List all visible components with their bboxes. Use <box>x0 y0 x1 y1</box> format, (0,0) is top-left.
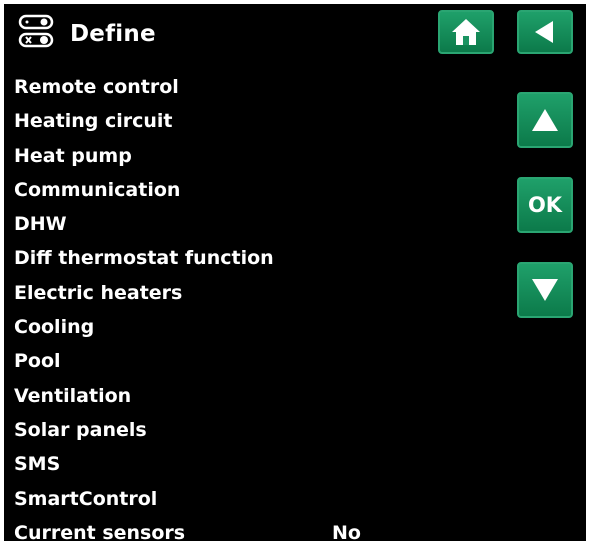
back-arrow-icon <box>535 21 553 43</box>
back-button[interactable] <box>517 10 573 54</box>
home-button[interactable] <box>438 10 494 54</box>
menu-item-communication[interactable]: Communication <box>14 173 504 207</box>
menu-item-label: Ventilation <box>14 384 132 407</box>
home-icon <box>452 19 480 45</box>
menu-item-diff-thermostat-function[interactable]: Diff thermostat function <box>14 241 504 275</box>
menu-item-dhw[interactable]: DHW <box>14 207 504 241</box>
ok-button-label: OK <box>527 193 563 217</box>
menu-item-sms[interactable]: SMS <box>14 447 504 481</box>
menu-item-heating-circuit[interactable]: Heating circuit <box>14 104 504 138</box>
menu-item-label: Electric heaters <box>14 281 183 304</box>
menu-item-current-sensors[interactable]: Current sensors No <box>14 516 504 541</box>
down-arrow-icon <box>532 279 558 301</box>
menu-item-label: Heating circuit <box>14 110 173 133</box>
menu-item-label: Cooling <box>14 316 95 339</box>
menu-item-label: Communication <box>14 178 181 201</box>
menu-item-label: Pool <box>14 350 61 373</box>
menu-item-electric-heaters[interactable]: Electric heaters <box>14 276 504 310</box>
settings-toggle-icon <box>16 12 60 56</box>
scroll-down-button[interactable] <box>517 262 573 318</box>
menu-item-cooling[interactable]: Cooling <box>14 310 504 344</box>
menu-item-ventilation[interactable]: Ventilation <box>14 379 504 413</box>
menu-item-label: Remote control <box>14 76 179 98</box>
define-screen: Define Remote control Heating circuit He… <box>4 4 586 541</box>
menu-item-remote-control[interactable]: Remote control <box>14 70 504 104</box>
menu-item-label: SmartControl <box>14 487 158 510</box>
up-arrow-icon <box>532 109 558 131</box>
menu-item-pool[interactable]: Pool <box>14 344 504 378</box>
scroll-up-button[interactable] <box>517 92 573 148</box>
menu-item-smartcontrol[interactable]: SmartControl <box>14 482 504 516</box>
menu-item-label: Solar panels <box>14 418 147 441</box>
menu-item-label: Current sensors <box>14 521 186 541</box>
menu-item-label: SMS <box>14 453 61 476</box>
menu-item-heat-pump[interactable]: Heat pump <box>14 139 504 173</box>
page-title: Define <box>70 21 156 47</box>
menu-item-label: Diff thermostat function <box>14 247 274 270</box>
menu-item-value: No <box>332 521 361 541</box>
ok-button[interactable]: OK <box>517 177 573 233</box>
define-menu: Remote control Heating circuit Heat pump… <box>14 70 504 541</box>
menu-item-label: DHW <box>14 213 67 236</box>
menu-item-label: Heat pump <box>14 144 132 167</box>
menu-item-solar-panels[interactable]: Solar panels <box>14 413 504 447</box>
